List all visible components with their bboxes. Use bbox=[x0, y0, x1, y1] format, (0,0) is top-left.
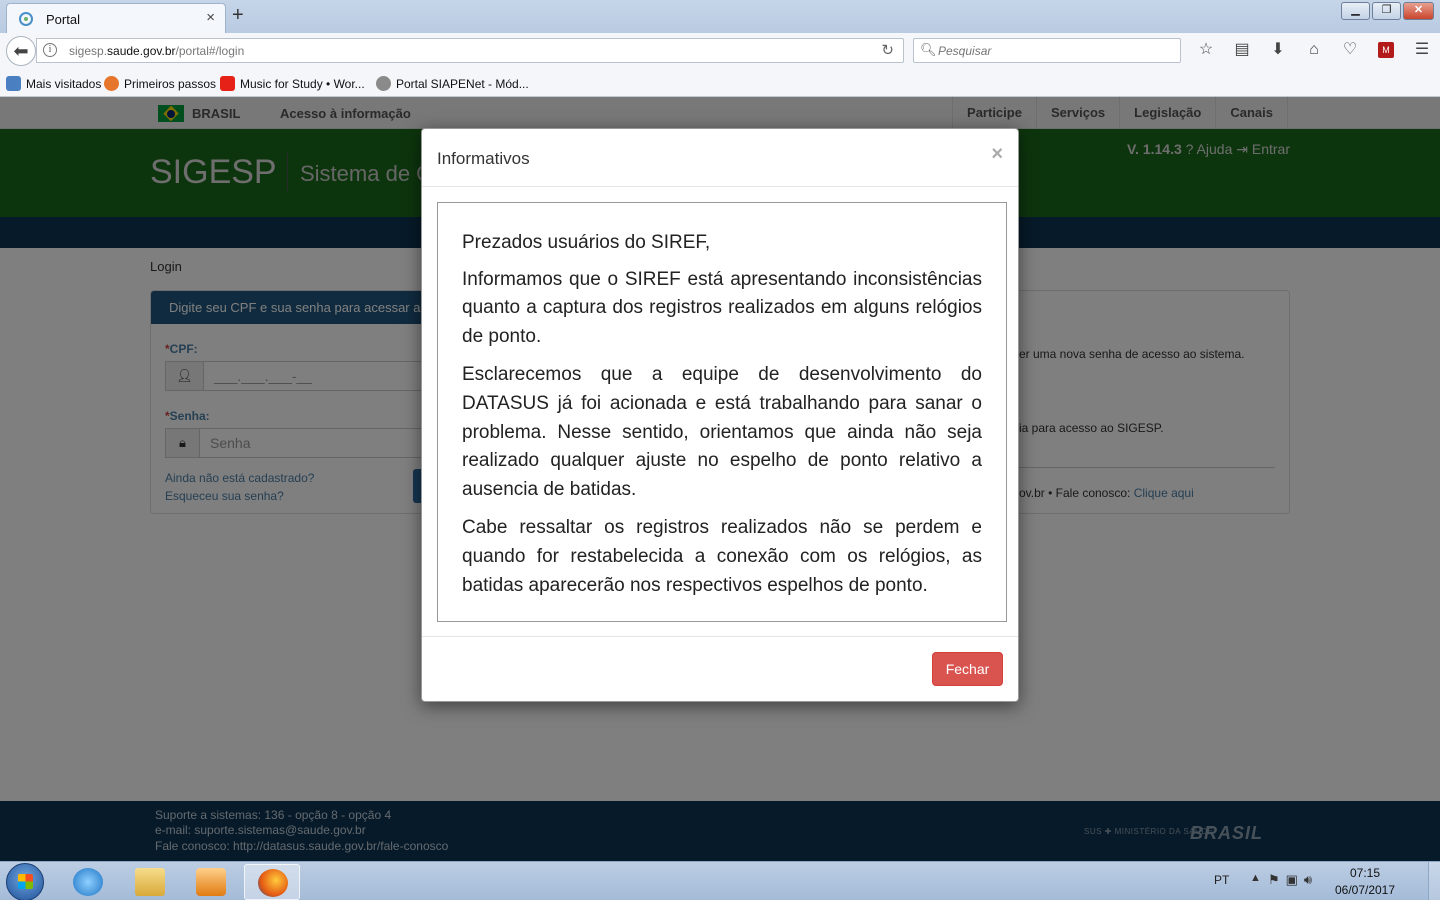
bookmark-folder-icon bbox=[6, 76, 21, 91]
firefox-icon bbox=[104, 76, 119, 91]
extension-icon[interactable]: M bbox=[1368, 38, 1404, 63]
start-button[interactable] bbox=[6, 863, 44, 900]
restore-button[interactable]: ❐ bbox=[1372, 2, 1401, 20]
modal-footer-divider bbox=[422, 636, 1018, 637]
taskbar-ie[interactable] bbox=[60, 864, 116, 900]
modal-message-box: Prezados usuários do SIREF, Informamos q… bbox=[437, 202, 1007, 622]
bookmark-item[interactable]: Mais visitados bbox=[6, 76, 101, 91]
globe-icon bbox=[376, 76, 391, 91]
bookmark-item[interactable]: Primeiros passos bbox=[104, 76, 216, 91]
youtube-icon bbox=[220, 76, 235, 91]
reload-icon[interactable]: ↻ bbox=[881, 41, 894, 59]
downloads-icon[interactable]: ⬇ bbox=[1260, 38, 1296, 63]
minimize-button[interactable]: ▁ bbox=[1341, 2, 1370, 20]
search-bar[interactable]: 🔍︎ bbox=[913, 38, 1181, 63]
message-paragraph: Cabe ressaltar os registros realizados n… bbox=[462, 517, 982, 596]
modal-title: Informativos bbox=[437, 149, 530, 168]
site-favicon-icon bbox=[19, 12, 33, 26]
message-paragraph: Informamos que o SIREF está apresentando… bbox=[462, 268, 982, 347]
taskbar-firefox[interactable] bbox=[244, 864, 300, 900]
search-input[interactable] bbox=[938, 42, 1168, 60]
show-desktop-button[interactable] bbox=[1428, 862, 1440, 900]
bookmark-item[interactable]: Portal SIAPENet - Mód... bbox=[376, 76, 529, 91]
fechar-button[interactable]: Fechar bbox=[932, 652, 1003, 686]
firefox-icon bbox=[258, 869, 288, 897]
taskbar-explorer[interactable] bbox=[122, 864, 178, 900]
media-player-icon bbox=[196, 868, 226, 896]
back-button[interactable]: ⬅ bbox=[6, 36, 36, 66]
pocket-icon[interactable]: ♡ bbox=[1332, 38, 1368, 63]
windows-taskbar: PT ▲ ⚑▣🔊︎ 07:15 06/07/2017 bbox=[0, 861, 1440, 900]
site-info-icon[interactable]: i bbox=[43, 43, 57, 57]
window-close-button[interactable]: ✕ bbox=[1403, 2, 1434, 20]
search-icon: 🔍︎ bbox=[920, 42, 937, 57]
message-paragraph: Prezados usuários do SIREF, bbox=[462, 232, 711, 253]
new-tab-button[interactable]: + bbox=[232, 4, 244, 27]
bookmarks-bar: Mais visitados Primeiros passos Music fo… bbox=[0, 69, 1440, 97]
language-indicator[interactable]: PT bbox=[1214, 873, 1229, 887]
back-arrow-icon: ⬅ bbox=[13, 41, 29, 61]
modal-close-icon[interactable]: × bbox=[991, 143, 1003, 166]
clock-time[interactable]: 07:15 bbox=[1330, 866, 1400, 880]
message-paragraph: Esclarecemos que a equipe de desenvolvim… bbox=[462, 364, 982, 500]
window-controls: ▁ ❐ ✕ bbox=[1341, 2, 1434, 20]
folder-icon bbox=[135, 868, 165, 896]
clock-date[interactable]: 06/07/2017 bbox=[1330, 883, 1400, 897]
bookmarks-menu-icon[interactable]: ▤ bbox=[1224, 38, 1260, 63]
url-bar[interactable]: i sigesp.saude.gov.br/portal#/login ↻ bbox=[36, 38, 904, 63]
home-icon[interactable]: ⌂ bbox=[1296, 38, 1332, 63]
browser-navbar: ⬅ i sigesp.saude.gov.br/portal#/login ↻ … bbox=[0, 33, 1440, 69]
url-text: sigesp.saude.gov.br/portal#/login bbox=[69, 44, 245, 58]
tab-close-icon[interactable]: × bbox=[206, 9, 215, 26]
tab-title: Portal bbox=[46, 12, 80, 27]
tray-icons[interactable]: ⚑▣🔊︎ bbox=[1268, 872, 1318, 888]
bookmark-item[interactable]: Music for Study • Wor... bbox=[220, 76, 365, 91]
system-tray: PT ▲ ⚑▣🔊︎ 07:15 06/07/2017 bbox=[1200, 862, 1440, 900]
informativos-modal: Informativos × Prezados usuários do SIRE… bbox=[421, 128, 1019, 702]
browser-tab[interactable]: Portal × bbox=[6, 3, 226, 33]
browser-toolbar: ☆ ▤ ⬇ ⌂ ♡ M ☰ bbox=[1188, 38, 1440, 63]
bookmark-star-icon[interactable]: ☆ bbox=[1188, 38, 1224, 63]
show-hidden-icons-icon[interactable]: ▲ bbox=[1250, 872, 1261, 884]
browser-titlebar: Portal × + ▁ ❐ ✕ bbox=[0, 0, 1440, 33]
taskbar-media-player[interactable] bbox=[183, 864, 239, 900]
menu-hamburger-icon[interactable]: ☰ bbox=[1404, 38, 1440, 63]
internet-explorer-icon bbox=[73, 868, 103, 896]
